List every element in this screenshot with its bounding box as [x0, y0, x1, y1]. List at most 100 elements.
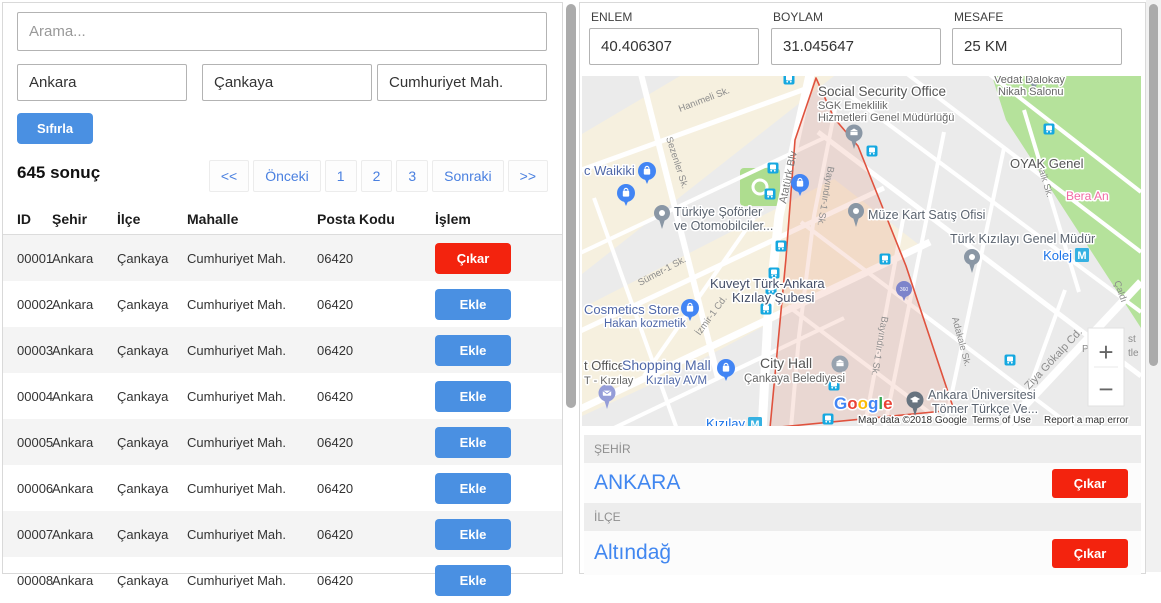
table-row: 00001 Ankara Çankaya Cumhuriyet Mah. 064…: [3, 235, 562, 281]
cell-district: Çankaya: [117, 343, 187, 358]
latitude-input[interactable]: [589, 28, 759, 65]
google-logo: Google: [834, 394, 893, 413]
cell-neighborhood: Cumhuriyet Mah.: [187, 527, 317, 542]
cell-id: 00004: [3, 389, 52, 404]
left-scrollbar-thumb[interactable]: [566, 4, 576, 408]
latitude-label: ENLEM: [591, 10, 632, 24]
add-button[interactable]: Ekle: [435, 289, 511, 320]
svg-text:Kuveyt Türk-Ankara: Kuveyt Türk-Ankara: [710, 276, 825, 291]
cell-postal: 06420: [317, 527, 435, 542]
search-input[interactable]: [17, 12, 547, 51]
search-results-panel: Sıfırla 645 sonuç << Önceki 1 2 3 Sonrak…: [2, 2, 563, 574]
ilce-value: Altındağ: [594, 541, 671, 565]
cell-district: Çankaya: [117, 573, 187, 588]
right-scrollbar-thumb[interactable]: [1149, 4, 1158, 366]
svg-text:Tömer Türkçe Ve...: Tömer Türkçe Ve...: [932, 402, 1038, 416]
distance-input[interactable]: [952, 28, 1122, 65]
pagination: << Önceki 1 2 3 Sonraki >>: [209, 160, 548, 192]
terms-of-use-link[interactable]: Terms of Use: [972, 415, 1031, 426]
cell-neighborhood: Cumhuriyet Mah.: [187, 573, 317, 588]
table-header: ID Şehir İlçe Mahalle Posta Kodu İşlem: [3, 203, 562, 235]
cell-district: Çankaya: [117, 481, 187, 496]
cell-city: Ankara: [52, 573, 117, 588]
pagination-next[interactable]: Sonraki: [432, 160, 503, 192]
sehir-remove-button[interactable]: Çıkar: [1052, 469, 1128, 498]
cell-city: Ankara: [52, 343, 117, 358]
svg-text:Hizmetleri Genel Müdürlüğü: Hizmetleri Genel Müdürlüğü: [818, 112, 954, 124]
svg-text:M: M: [1077, 250, 1086, 262]
cell-postal: 06420: [317, 573, 435, 588]
add-button[interactable]: Ekle: [435, 519, 511, 550]
table-row: 00005 Ankara Çankaya Cumhuriyet Mah. 064…: [3, 419, 562, 465]
remove-button[interactable]: Çıkar: [435, 243, 511, 274]
neighborhood-input[interactable]: [377, 64, 547, 101]
ilce-section-header: İLÇE: [584, 503, 1141, 531]
pagination-first[interactable]: <<: [209, 160, 249, 192]
add-button[interactable]: Ekle: [435, 427, 511, 458]
district-input[interactable]: [202, 64, 372, 101]
header-postal: Posta Kodu: [317, 211, 435, 227]
cell-neighborhood: Cumhuriyet Mah.: [187, 297, 317, 312]
svg-text:Kolej: Kolej: [1043, 248, 1072, 263]
cell-district: Çankaya: [117, 527, 187, 542]
table-row: 00008 Ankara Çankaya Cumhuriyet Mah. 064…: [3, 557, 562, 603]
table-row: 00002 Ankara Çankaya Cumhuriyet Mah. 064…: [3, 281, 562, 327]
table-body: 00001 Ankara Çankaya Cumhuriyet Mah. 064…: [3, 235, 562, 603]
cell-id: 00003: [3, 343, 52, 358]
google-map[interactable]: 360 Kolej M Kızılay M Sezenler Sk. Hanım…: [582, 76, 1141, 426]
svg-text:360: 360: [900, 287, 909, 293]
header-action: İşlem: [435, 211, 562, 227]
sehir-value: ANKARA: [594, 471, 680, 495]
longitude-input[interactable]: [771, 28, 941, 65]
svg-text:Türk Kızılayı Genel Müdür: Türk Kızılayı Genel Müdür: [950, 232, 1095, 246]
pagination-prev[interactable]: Önceki: [253, 160, 321, 192]
cell-neighborhood: Cumhuriyet Mah.: [187, 251, 317, 266]
pagination-page-1[interactable]: 1: [325, 160, 357, 192]
distance-label: MESAFE: [954, 10, 1003, 24]
add-button[interactable]: Ekle: [435, 335, 511, 366]
cell-postal: 06420: [317, 251, 435, 266]
cell-district: Çankaya: [117, 297, 187, 312]
svg-text:t Office: t Office: [584, 358, 625, 373]
svg-text:Kızılay: Kızılay: [706, 416, 746, 426]
svg-text:SGK Emeklilik: SGK Emeklilik: [818, 100, 888, 112]
add-button[interactable]: Ekle: [435, 473, 511, 504]
cell-city: Ankara: [52, 251, 117, 266]
zoom-in-button[interactable]: +: [1098, 337, 1113, 367]
header-neighborhood: Mahalle: [187, 211, 317, 227]
cell-neighborhood: Cumhuriyet Mah.: [187, 435, 317, 450]
pagination-page-3[interactable]: 3: [396, 160, 428, 192]
add-button[interactable]: Ekle: [435, 565, 511, 596]
svg-text:Hakan kozmetik: Hakan kozmetik: [604, 318, 686, 330]
reset-button[interactable]: Sıfırla: [17, 113, 93, 144]
city-input[interactable]: [17, 64, 187, 101]
longitude-label: BOYLAM: [773, 10, 823, 24]
svg-text:Shopping Mall: Shopping Mall: [622, 357, 711, 373]
cell-city: Ankara: [52, 481, 117, 496]
cell-district: Çankaya: [117, 389, 187, 404]
svg-text:Nikah Salonu: Nikah Salonu: [998, 86, 1063, 98]
report-map-error-link[interactable]: Report a map error: [1044, 415, 1129, 426]
table-row: 00006 Ankara Çankaya Cumhuriyet Mah. 064…: [3, 465, 562, 511]
svg-text:Ankara Üniversitesi: Ankara Üniversitesi: [928, 388, 1036, 402]
sehir-section-header: ŞEHİR: [584, 435, 1141, 463]
kizilay-metro: Kızılay M: [706, 416, 762, 426]
map-panel: ENLEM BOYLAM MESAFE: [579, 2, 1146, 574]
cell-postal: 06420: [317, 389, 435, 404]
cell-district: Çankaya: [117, 251, 187, 266]
kolej-metro: Kolej M: [1043, 248, 1089, 263]
zoom-out-button[interactable]: −: [1098, 374, 1113, 404]
pagination-page-2[interactable]: 2: [361, 160, 393, 192]
svg-text:City Hall: City Hall: [760, 355, 812, 371]
cell-postal: 06420: [317, 435, 435, 450]
svg-text:Kızılay Şubesi: Kızılay Şubesi: [732, 290, 814, 305]
cell-city: Ankara: [52, 527, 117, 542]
svg-text:Social Security Office: Social Security Office: [818, 84, 946, 99]
pagination-last[interactable]: >>: [508, 160, 548, 192]
header-district: İlçe: [117, 211, 187, 227]
cell-id: 00001: [3, 251, 52, 266]
ilce-remove-button[interactable]: Çıkar: [1052, 539, 1128, 568]
map-data-attribution: Map data ©2018 Google: [858, 415, 968, 426]
sehir-row: ANKARA Çıkar: [584, 463, 1141, 503]
add-button[interactable]: Ekle: [435, 381, 511, 412]
